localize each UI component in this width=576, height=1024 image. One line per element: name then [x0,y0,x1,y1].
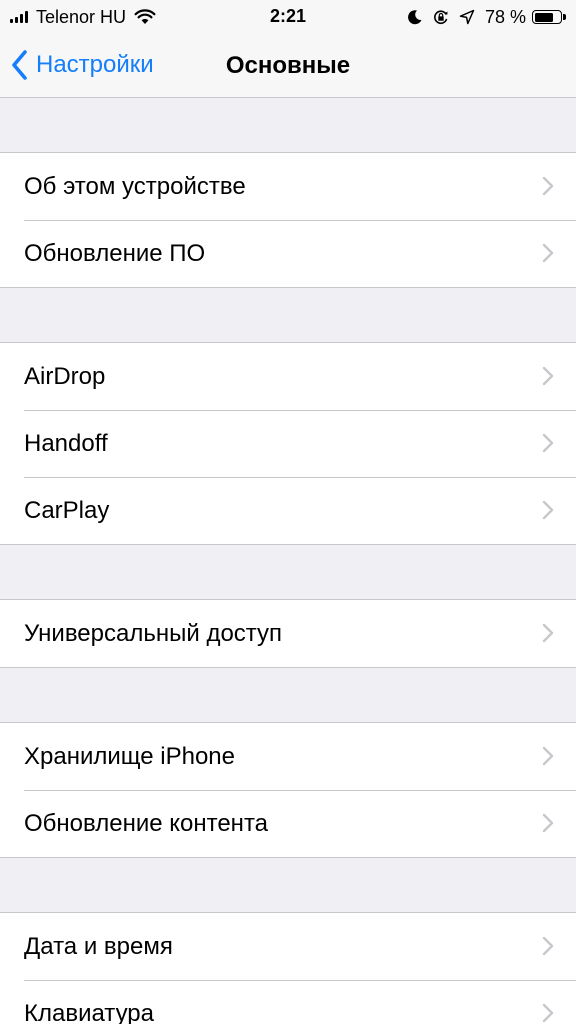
chevron-right-icon [542,176,554,196]
status-bar: Telenor HU 2:21 78 % [0,0,576,34]
settings-list: Об этом устройстве Обновление ПО AirDrop… [0,98,576,1024]
chevron-right-icon [542,813,554,833]
row-label: Клавиатура [24,999,154,1024]
chevron-right-icon [542,500,554,520]
settings-row-background-app-refresh[interactable]: Обновление контента [0,790,576,857]
navigation-bar: Настройки Основные [0,34,576,98]
battery-fill [534,12,554,22]
row-label: Обновление ПО [24,239,206,267]
settings-row-carplay[interactable]: CarPlay [0,477,576,544]
chevron-right-icon [542,936,554,956]
battery-icon [532,10,562,24]
settings-row-airdrop[interactable]: AirDrop [0,343,576,410]
chevron-right-icon [542,623,554,643]
chevron-right-icon [542,433,554,453]
page-title: Основные [225,52,351,79]
row-label: CarPlay [24,496,110,524]
battery-percent: 78 % [484,6,526,27]
row-label: AirDrop [24,362,106,390]
row-label: Хранилище iPhone [24,742,235,770]
settings-row-date-time[interactable]: Дата и время [0,913,576,980]
chevron-right-icon [542,746,554,766]
settings-row-iphone-storage[interactable]: Хранилище iPhone [0,723,576,790]
row-label: Об этом устройстве [24,172,246,200]
location-arrow-icon [459,9,475,25]
row-label: Универсальный доступ [24,619,283,647]
moon-icon [408,10,422,25]
row-label: Дата и время [24,932,173,960]
settings-row-keyboard[interactable]: Клавиатура [0,980,576,1024]
row-label: Handoff [24,429,108,457]
settings-group-continuity: AirDrop Handoff CarPlay [0,342,576,545]
settings-row-about[interactable]: Об этом устройстве [0,153,576,220]
row-label: Обновление контента [24,809,269,837]
chevron-right-icon [542,243,554,263]
battery-tip [563,14,566,20]
settings-group-accessibility: Универсальный доступ [0,599,576,668]
orientation-lock-icon [434,10,448,25]
settings-group-device: Об этом устройстве Обновление ПО [0,152,576,288]
status-right: 78 % [407,6,566,28]
settings-row-software-update[interactable]: Обновление ПО [0,220,576,287]
settings-group-date-keyboard: Дата и время Клавиатура [0,912,576,1024]
chevron-right-icon [542,366,554,386]
chevron-right-icon [542,1003,554,1023]
screen: Telenor HU 2:21 78 % Настройки Основные … [0,0,576,1024]
settings-row-accessibility[interactable]: Универсальный доступ [0,600,576,667]
settings-group-storage: Хранилище iPhone Обновление контента [0,722,576,858]
settings-row-handoff[interactable]: Handoff [0,410,576,477]
